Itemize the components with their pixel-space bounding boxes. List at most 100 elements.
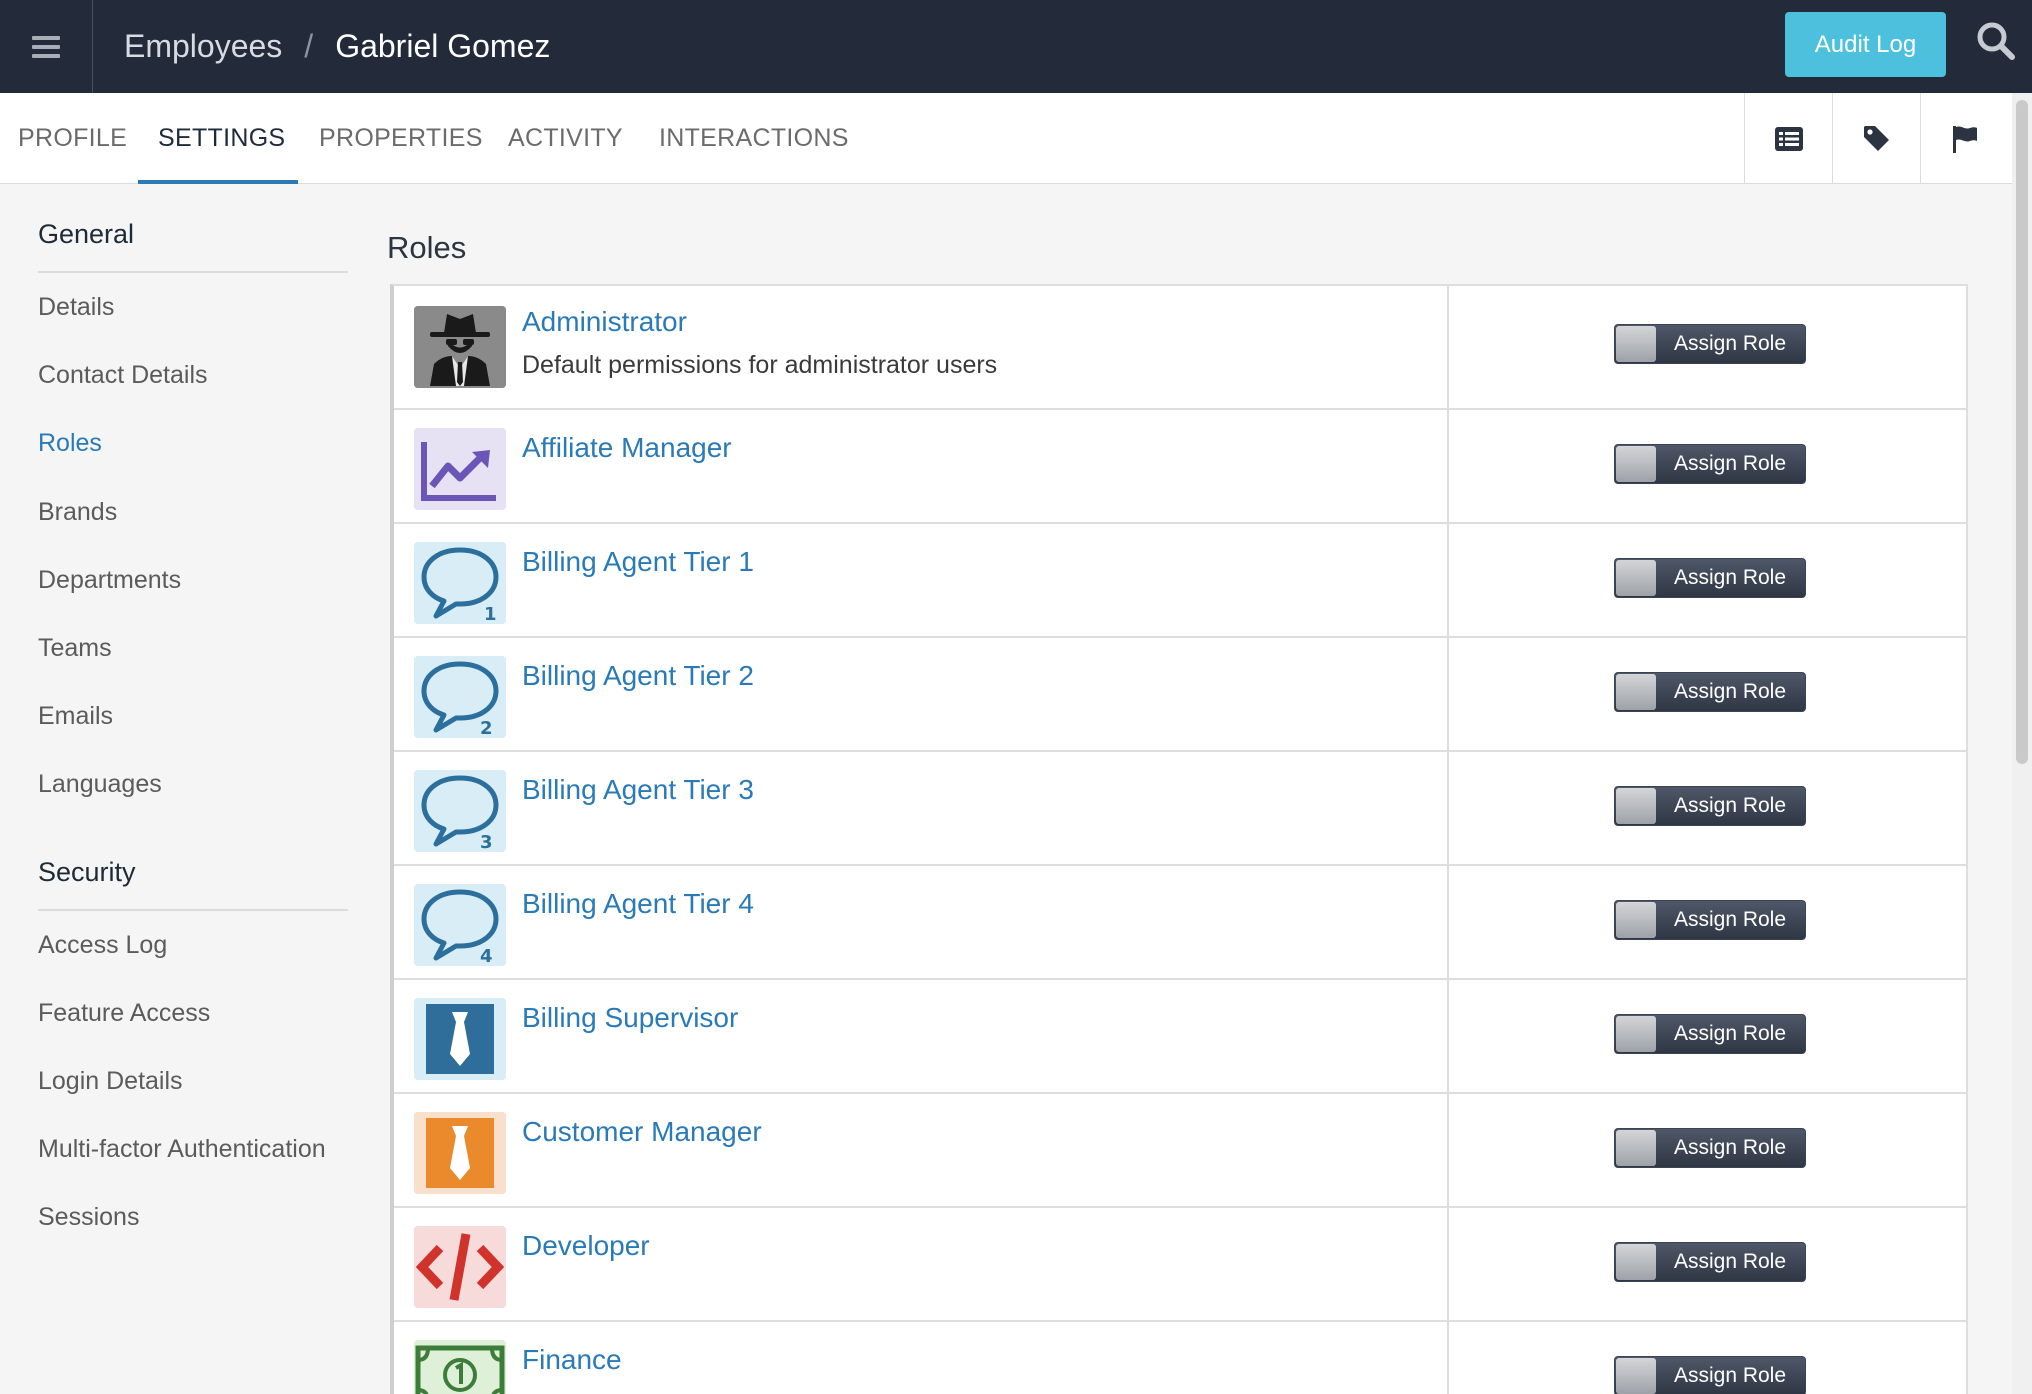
role-row: 2 Billing Agent Tier 2 Assign Role xyxy=(394,638,1966,752)
role-name-link[interactable]: Administrator xyxy=(522,306,687,338)
scrollbar-thumb[interactable] xyxy=(2016,100,2028,764)
tab-profile[interactable]: PROFILE xyxy=(18,93,127,184)
assign-role-toggle[interactable]: Assign Role xyxy=(1614,324,1806,364)
top-bar: Employees / Gabriel Gomez Audit Log xyxy=(0,0,2032,93)
column-divider xyxy=(1447,1322,1449,1394)
role-name-link[interactable]: Billing Agent Tier 1 xyxy=(522,546,754,578)
tags-button[interactable] xyxy=(1832,93,1920,184)
role-name-link[interactable]: Billing Agent Tier 3 xyxy=(522,774,754,806)
tab-activity[interactable]: ACTIVITY xyxy=(508,93,623,184)
sidebar-item-login-details[interactable]: Login Details xyxy=(38,1067,183,1096)
tab-properties[interactable]: PROPERTIES xyxy=(319,93,483,184)
sidebar-item-multi-factor-authentication[interactable]: Multi-factor Authentication xyxy=(38,1135,326,1164)
column-divider xyxy=(1447,1094,1449,1206)
roles-table: Administrator Default permissions for ad… xyxy=(390,284,1968,1394)
sidebar-item-languages[interactable]: Languages xyxy=(38,770,162,799)
tie-orange-icon xyxy=(414,1112,506,1194)
role-name-link[interactable]: Affiliate Manager xyxy=(522,432,732,464)
role-row: Finance Assign Role xyxy=(394,1322,1966,1394)
assign-role-label: Assign Role xyxy=(1673,566,1787,589)
assign-role-toggle[interactable]: Assign Role xyxy=(1614,444,1806,484)
roles-section-title: Roles xyxy=(387,230,467,265)
code-icon xyxy=(414,1226,506,1308)
role-name-link[interactable]: Customer Manager xyxy=(522,1116,762,1148)
toggle-knob xyxy=(1616,902,1656,938)
column-divider xyxy=(1447,866,1449,978)
assign-role-label: Assign Role xyxy=(1673,1250,1787,1273)
sidebar-item-details[interactable]: Details xyxy=(38,293,114,322)
role-name-link[interactable]: Billing Supervisor xyxy=(522,1002,738,1034)
assign-role-label: Assign Role xyxy=(1673,794,1787,817)
svg-text:1: 1 xyxy=(484,604,497,624)
role-name-link[interactable]: Billing Agent Tier 2 xyxy=(522,660,754,692)
spy-icon xyxy=(414,306,506,388)
column-divider xyxy=(1447,524,1449,636)
role-name-link[interactable]: Billing Agent Tier 4 xyxy=(522,888,754,920)
sidebar-divider xyxy=(38,271,348,273)
sidebar-heading-general: General xyxy=(38,219,135,249)
speech-bubble-icon: 1 xyxy=(414,542,506,624)
svg-text:4: 4 xyxy=(480,946,493,966)
sidebar-heading-security: Security xyxy=(38,857,136,887)
assign-role-toggle[interactable]: Assign Role xyxy=(1614,900,1806,940)
column-divider xyxy=(1447,752,1449,864)
money-icon xyxy=(414,1340,506,1394)
assign-role-label: Assign Role xyxy=(1673,908,1787,931)
list-view-button[interactable] xyxy=(1744,93,1832,184)
toggle-knob xyxy=(1616,1016,1656,1052)
assign-role-label: Assign Role xyxy=(1673,452,1787,475)
sidebar-item-departments[interactable]: Departments xyxy=(38,566,181,595)
role-row: Administrator Default permissions for ad… xyxy=(394,286,1966,410)
tab-bar: PROFILE SETTINGS PROPERTIES ACTIVITY INT… xyxy=(0,93,2012,184)
tab-settings[interactable]: SETTINGS xyxy=(158,93,285,184)
role-name-link[interactable]: Finance xyxy=(522,1344,622,1376)
column-divider xyxy=(1447,638,1449,750)
role-row: Customer Manager Assign Role xyxy=(394,1094,1966,1208)
sidebar-item-teams[interactable]: Teams xyxy=(38,634,112,663)
hamburger-icon xyxy=(32,35,60,58)
assign-role-toggle[interactable]: Assign Role xyxy=(1614,1242,1806,1282)
toggle-knob xyxy=(1616,446,1656,482)
assign-role-label: Assign Role xyxy=(1673,332,1787,355)
flag-icon xyxy=(1952,125,1977,153)
role-row: 3 Billing Agent Tier 3 Assign Role xyxy=(394,752,1966,866)
assign-role-toggle[interactable]: Assign Role xyxy=(1614,672,1806,712)
toggle-knob xyxy=(1616,326,1656,362)
chart-line-icon xyxy=(414,428,506,510)
sidebar-item-feature-access[interactable]: Feature Access xyxy=(38,999,210,1028)
assign-role-toggle[interactable]: Assign Role xyxy=(1614,786,1806,826)
column-divider xyxy=(1447,1208,1449,1320)
sidebar-divider xyxy=(38,909,348,911)
column-divider xyxy=(1447,980,1449,1092)
sidebar-item-sessions[interactable]: Sessions xyxy=(38,1203,139,1232)
sidebar-item-roles[interactable]: Roles xyxy=(38,429,102,458)
sidebar-item-brands[interactable]: Brands xyxy=(38,498,117,527)
flag-button[interactable] xyxy=(1920,93,2008,184)
list-icon xyxy=(1774,126,1803,151)
role-name-link[interactable]: Developer xyxy=(522,1230,650,1262)
speech-bubble-icon: 2 xyxy=(414,656,506,738)
assign-role-toggle[interactable]: Assign Role xyxy=(1614,1014,1806,1054)
tab-interactions[interactable]: INTERACTIONS xyxy=(659,93,849,184)
speech-bubble-icon: 4 xyxy=(414,884,506,966)
breadcrumb: Employees / Gabriel Gomez xyxy=(124,0,550,93)
assign-role-toggle[interactable]: Assign Role xyxy=(1614,1356,1806,1394)
role-row: 1 Billing Agent Tier 1 Assign Role xyxy=(394,524,1966,638)
assign-role-toggle[interactable]: Assign Role xyxy=(1614,558,1806,598)
tag-icon xyxy=(1863,125,1889,151)
search-button[interactable] xyxy=(1972,18,2020,66)
assign-role-label: Assign Role xyxy=(1673,680,1787,703)
breadcrumb-current: Gabriel Gomez xyxy=(335,28,551,64)
sidebar-item-access-log[interactable]: Access Log xyxy=(38,931,167,960)
sidebar-item-contact-details[interactable]: Contact Details xyxy=(38,361,208,390)
breadcrumb-separator: / xyxy=(304,28,314,64)
hamburger-menu-button[interactable] xyxy=(0,0,93,93)
audit-log-button[interactable]: Audit Log xyxy=(1785,12,1946,77)
sidebar-item-emails[interactable]: Emails xyxy=(38,702,113,731)
svg-text:2: 2 xyxy=(480,718,493,738)
tie-blue-icon xyxy=(414,998,506,1080)
toggle-knob xyxy=(1616,560,1656,596)
assign-role-toggle[interactable]: Assign Role xyxy=(1614,1128,1806,1168)
breadcrumb-employees-link[interactable]: Employees xyxy=(124,28,282,65)
role-row: Affiliate Manager Assign Role xyxy=(394,410,1966,524)
